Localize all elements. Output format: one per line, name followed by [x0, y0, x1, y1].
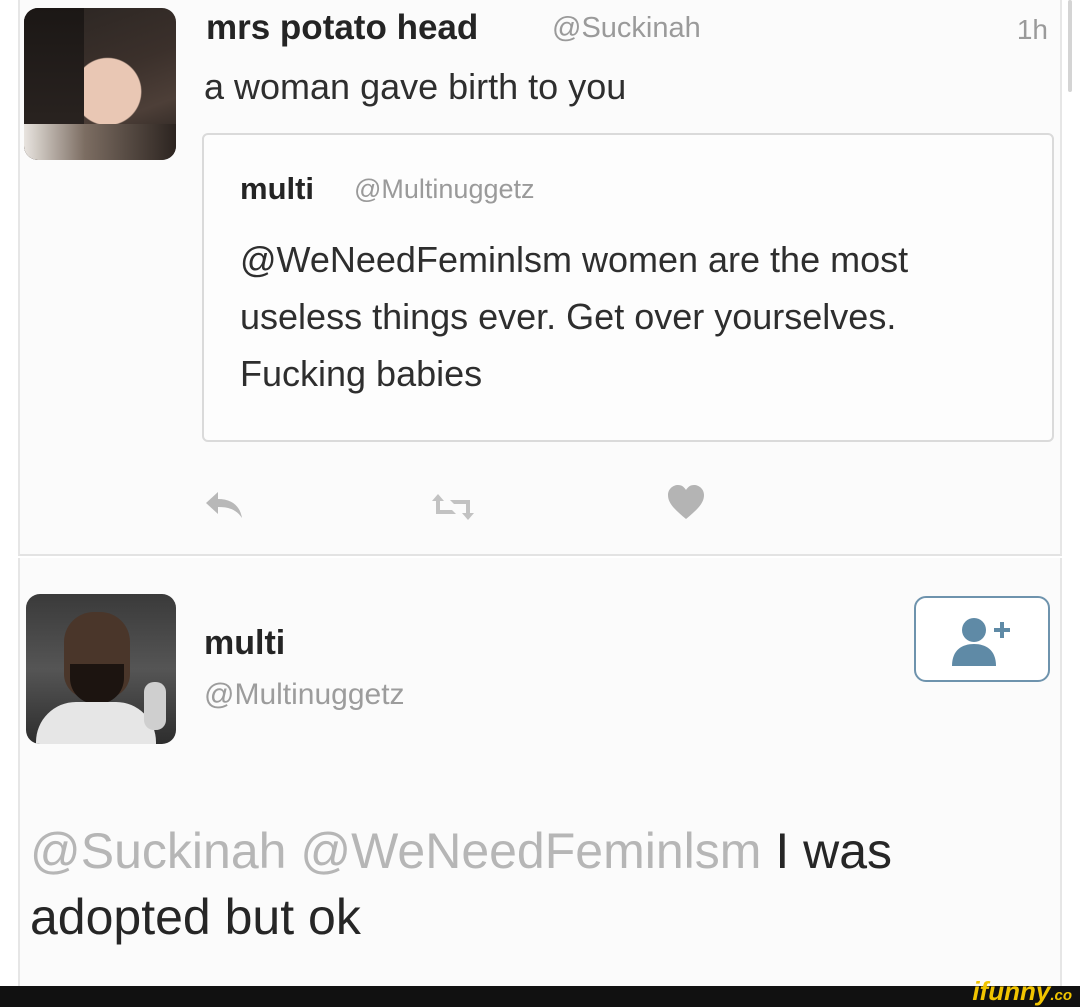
tweet-author-handle[interactable]: @Suckinah — [552, 12, 701, 45]
quoted-author-handle: @Multinuggetz — [354, 174, 535, 204]
follow-button[interactable] — [914, 596, 1050, 682]
reply-tweet-text: @Suckinah @WeNeedFeminlsm I was adopted … — [30, 818, 1030, 950]
mention-link[interactable]: @WeNeedFeminlsm — [300, 823, 761, 879]
mention-link[interactable]: @Suckinah — [30, 823, 286, 879]
watermark-suffix: .co — [1050, 987, 1072, 1004]
heart-icon-glyph — [668, 485, 704, 519]
retweet-icon[interactable] — [430, 490, 476, 532]
avatar-shirt — [24, 124, 176, 160]
tweet-author-name[interactable]: mrs potato head — [206, 8, 478, 48]
tweet-timestamp[interactable]: 1h — [1017, 14, 1048, 46]
avatar-shirt — [36, 702, 156, 744]
heart-icon[interactable] — [666, 484, 706, 531]
quoted-tweet[interactable]: multi @Multinuggetz @WeNeedFeminlsm wome… — [202, 133, 1054, 442]
tweet-text: a woman gave birth to you — [204, 66, 627, 107]
reply-icon-glyph — [206, 492, 242, 518]
reply-author-name[interactable]: multi — [204, 624, 285, 663]
watermark-brand: ifunny — [972, 976, 1051, 1006]
reply-author-handle[interactable]: @Multinuggetz — [204, 678, 405, 712]
retweet-icon-glyph — [432, 494, 474, 520]
avatar-beard — [70, 664, 124, 704]
reply-icon[interactable] — [204, 488, 246, 531]
microphone-icon — [144, 682, 166, 730]
scroll-indicator — [1068, 0, 1072, 92]
screenshot: mrs potato head @Suckinah 1h a woman gav… — [0, 0, 1080, 1007]
avatar[interactable] — [24, 8, 176, 160]
quoted-author-name: multi — [240, 171, 315, 206]
ifunny-watermark: ifunny.co — [972, 976, 1072, 1007]
reply-avatar[interactable] — [26, 594, 176, 744]
quoted-tweet-text: @WeNeedFeminlsm women are the most usele… — [240, 239, 909, 394]
watermark-bar: ifunny.co — [0, 976, 1080, 1007]
add-user-icon — [952, 618, 1010, 666]
